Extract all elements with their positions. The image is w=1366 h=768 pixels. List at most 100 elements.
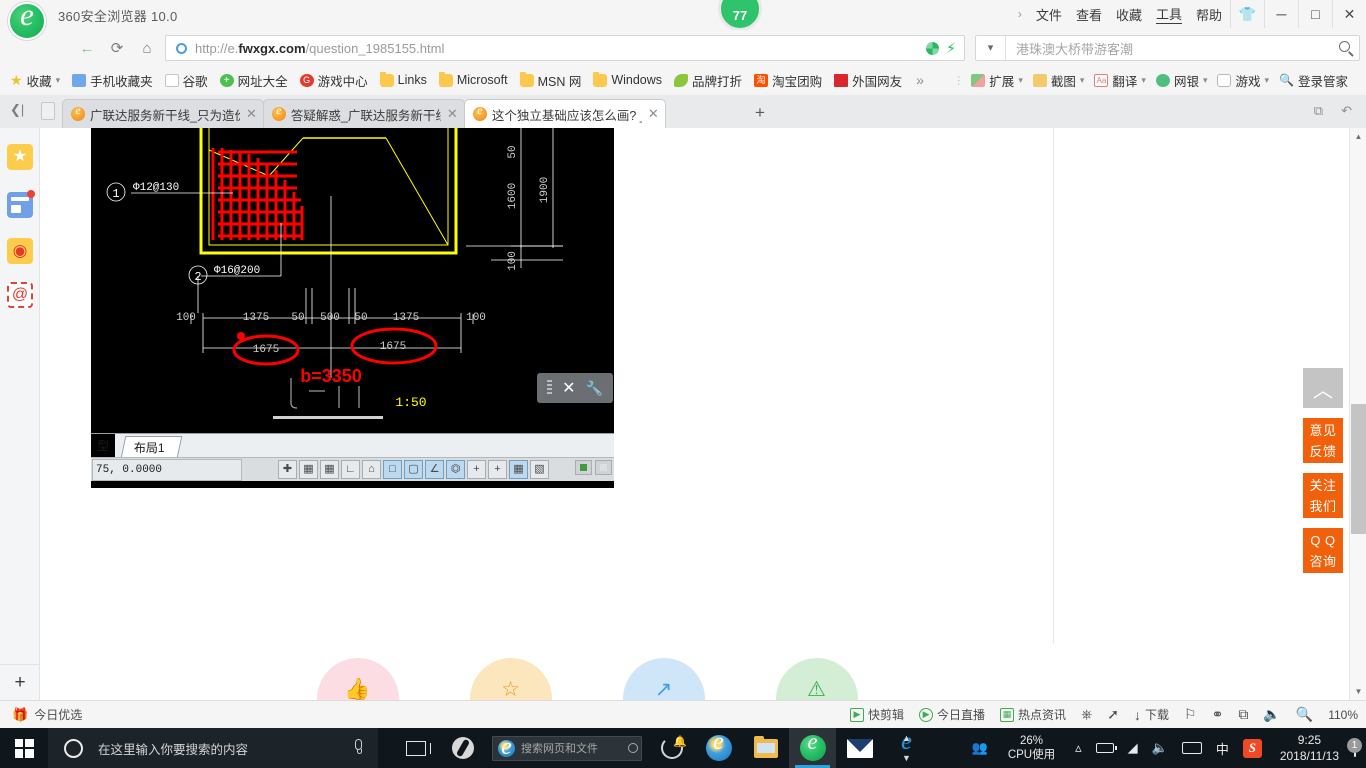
toolbar-login-manager[interactable]: 🔍 登录管家 — [1279, 71, 1348, 90]
ime-mode-indicator[interactable]: 中 — [1209, 739, 1236, 758]
chevron-down-icon[interactable]: ▾ — [1203, 75, 1208, 86]
battery-icon[interactable] — [1089, 743, 1121, 753]
tab-close-icon[interactable]: ✕ — [648, 106, 659, 122]
toolbar-translate[interactable]: Aa 翻译 ▾ — [1094, 71, 1146, 90]
bookmark-msn[interactable]: MSN 网 — [519, 71, 581, 90]
toolbar-grip-icon[interactable]: ⋮ — [953, 74, 964, 87]
volume-icon[interactable]: 🔈 — [1263, 706, 1280, 723]
skin-icon[interactable]: 👕 — [1230, 0, 1264, 28]
cad-snap-icon[interactable]: ✚ — [278, 460, 297, 479]
cad-dyn-icon[interactable]: + — [467, 460, 486, 479]
rail-add-button[interactable]: + — [0, 664, 40, 700]
search-engine-chevron-icon[interactable]: ▾ — [976, 36, 1006, 60]
wifi-icon[interactable]: ◢ — [1121, 740, 1145, 756]
chevron-down-icon[interactable]: ▾ — [1018, 75, 1023, 86]
tab-scroll-left-icon[interactable]: ❮| — [10, 102, 24, 118]
status-download[interactable]: ↓ 下载 — [1134, 706, 1169, 723]
start-button[interactable] — [0, 728, 48, 768]
cad-3dosnap-icon[interactable]: ▢ — [404, 460, 423, 479]
site-info-icon[interactable] — [176, 42, 187, 54]
menu-item-help[interactable]: 帮助 — [1196, 5, 1222, 24]
ie-search-widget[interactable]: 搜索网页和文件 — [486, 728, 648, 768]
keyboard-icon[interactable] — [1175, 742, 1209, 754]
cad-quickprops-icon[interactable]: ▧ — [530, 460, 549, 479]
speed-bolt-icon[interactable]: ⚡ — [946, 40, 956, 57]
cad-lineweight-icon[interactable]: + — [488, 460, 507, 479]
cad-grid-icon[interactable]: ▦ — [320, 460, 339, 479]
tab-2[interactable]: 答疑解惑_广联达服务新干线 ✕ — [262, 99, 465, 128]
sogou-ime-icon[interactable]: S — [1236, 738, 1269, 758]
taskbar-360-pinwheel[interactable] — [439, 728, 486, 768]
scrollbar-thumb[interactable] — [1351, 404, 1366, 534]
toolbar-screenshot[interactable]: 截图 ▾ — [1032, 71, 1085, 90]
shield-icon[interactable]: ⚭ — [1212, 706, 1224, 723]
url-bar[interactable]: http://e.fwxgx.com/question_1985155.html… — [165, 35, 965, 61]
cad-floating-toolbar[interactable]: ✕ 🔧 — [537, 373, 613, 403]
cad-ortho-icon[interactable]: ∟ — [341, 460, 360, 479]
scroll-up-arrow-icon[interactable]: ▲ — [898, 728, 915, 748]
bookmark-favorites[interactable]: ★ 收藏 ▾ — [10, 71, 60, 90]
taskbar-mail[interactable] — [836, 728, 883, 768]
cad-osnap-icon[interactable]: □ — [383, 460, 402, 479]
minimize-button[interactable]: ─ — [1264, 0, 1298, 28]
home-button[interactable]: ⌂ — [132, 34, 162, 62]
window-restore-icon[interactable]: ⧉ — [1314, 103, 1323, 119]
security-shield-icon[interactable] — [926, 41, 940, 55]
taskbar-search-box[interactable]: 在这里输入你要搜索的内容 — [48, 728, 378, 768]
wrench-icon[interactable]: 🔧 — [585, 380, 602, 397]
search-icon[interactable] — [628, 743, 638, 753]
microphone-icon[interactable] — [355, 739, 362, 754]
toolbar-games[interactable]: 游戏 ▾ — [1217, 71, 1269, 90]
taskbar-file-explorer[interactable] — [742, 728, 789, 768]
scroll-up-arrow-icon[interactable]: ▲ — [1350, 128, 1366, 145]
new-tab-button[interactable]: + — [755, 103, 765, 123]
reaction-circle[interactable]: ☆ 0 — [469, 658, 552, 700]
taskbar-360-browser[interactable] — [789, 728, 836, 768]
menu-item-tools[interactable]: 工具 — [1155, 4, 1182, 24]
scroll-down-arrow-icon[interactable]: ▼ — [898, 748, 915, 768]
cad-tab-layout1[interactable]: 布局1 — [120, 436, 183, 458]
cad-ducs-icon[interactable]: ⏣ — [446, 460, 465, 479]
notification-center-button[interactable]: 1 — [1347, 738, 1366, 757]
scroll-down-arrow-icon[interactable]: ▼ — [1350, 683, 1366, 700]
maximize-button[interactable]: □ — [1298, 0, 1332, 28]
bookmark-mobile-favorites[interactable]: 手机收藏夹 — [72, 71, 153, 90]
status-video-editor[interactable]: ▶ 快剪辑 — [850, 706, 904, 723]
bookmark-gamecenter[interactable]: G 游戏中心 — [299, 71, 368, 90]
rail-favorites-icon[interactable] — [7, 144, 33, 170]
bookmark-windows[interactable]: Windows — [593, 71, 662, 87]
cad-polar-icon[interactable]: ⌂ — [362, 460, 381, 479]
chevron-down-icon[interactable]: ▾ — [1265, 75, 1270, 86]
chevron-down-icon[interactable]: ▾ — [1080, 75, 1085, 86]
reaction-share[interactable]: ↗ 0 我分享 — [616, 658, 712, 700]
chevron-up-icon[interactable]: ▵ — [1068, 740, 1089, 756]
chevron-down-icon[interactable]: ▾ — [56, 75, 61, 86]
flag-icon[interactable]: ⚐ — [1184, 706, 1197, 723]
feedback-button[interactable]: 意见 反馈 — [1303, 418, 1343, 463]
status-bar-left[interactable]: 🎁 今日优选 — [12, 706, 82, 723]
bookmark-taobao[interactable]: 淘淘宝团购 — [754, 71, 822, 90]
toolbar-extensions[interactable]: 扩展 ▾ — [971, 71, 1023, 90]
tab-close-icon[interactable]: ✕ — [246, 106, 257, 122]
status-news[interactable]: ▦ 热点资讯 — [1000, 706, 1066, 723]
cad-status-green-icon[interactable] — [575, 460, 592, 475]
close-button[interactable]: ✕ — [1332, 0, 1366, 28]
bookmark-brand-sale[interactable]: 品牌打折 — [674, 71, 742, 90]
menu-item-favorites[interactable]: 收藏 — [1116, 5, 1142, 24]
rail-at-icon[interactable] — [7, 282, 33, 308]
undo-close-tab-icon[interactable]: ↶ — [1341, 103, 1352, 119]
task-view-button[interactable] — [392, 728, 439, 768]
cad-tab-model[interactable]: 型 — [91, 434, 116, 457]
bookmark-foreign[interactable]: 外国网友 — [834, 71, 902, 90]
chevron-down-icon[interactable]: ▾ — [1141, 75, 1146, 86]
ie-search-box[interactable]: 搜索网页和文件 — [492, 734, 642, 761]
qq-consult-button[interactable]: Q Q 咨询 — [1303, 528, 1343, 573]
bookmarks-overflow-icon[interactable]: » — [916, 72, 924, 88]
follow-us-button[interactable]: 关注 我们 — [1303, 473, 1343, 518]
taskbar-360-safeguard[interactable]: 🔔 — [648, 728, 695, 768]
reaction-favorite[interactable]: ☆ 0 我收藏 — [463, 658, 559, 700]
search-icon[interactable]: 🔍 — [1296, 706, 1313, 723]
zoom-level[interactable]: 110% — [1328, 708, 1358, 722]
menu-item-file[interactable]: 文件 — [1036, 5, 1062, 24]
browser-search-box[interactable]: ▾ 港珠澳大桥带游客潮 — [975, 35, 1360, 61]
